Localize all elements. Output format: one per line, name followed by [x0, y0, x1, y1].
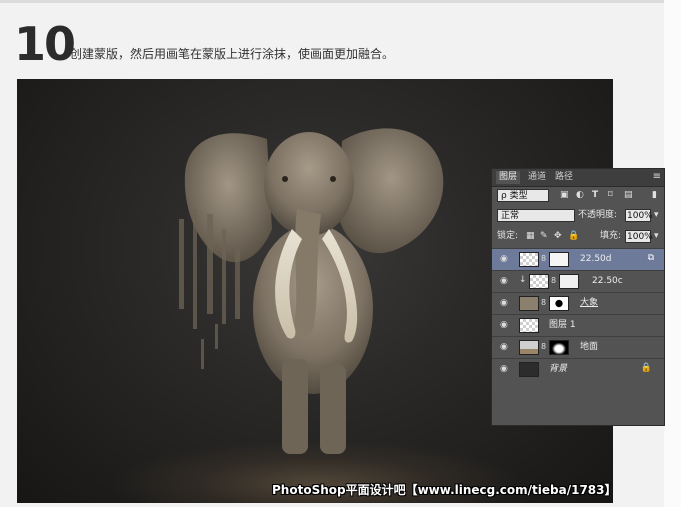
shape-filter-icon[interactable]: ⌑	[608, 189, 613, 202]
mask-link-icon[interactable]: 8	[541, 298, 546, 307]
layer-mask-thumbnail[interactable]	[549, 340, 569, 355]
opacity-label: 不透明度:	[578, 210, 618, 220]
layer-name[interactable]: 22.50c	[592, 275, 623, 288]
layer-row[interactable]: ◉ 8 22.50d ⧉	[492, 248, 664, 270]
layer-thumbnail	[519, 252, 539, 267]
right-margin	[664, 0, 681, 507]
mask-link-icon[interactable]: 8	[551, 276, 556, 285]
lock-image-icon[interactable]: ✎	[540, 230, 548, 243]
opacity-dropdown-icon[interactable]: ▾	[654, 209, 659, 222]
layer-mask-thumbnail[interactable]	[549, 252, 569, 267]
layer-row[interactable]: ◉ 图层 1	[492, 314, 664, 336]
smart-object-icon: ⧉	[647, 253, 654, 263]
filter-toggle-icon[interactable]: ▮	[652, 189, 657, 202]
layer-row[interactable]: ◉ 8 大象	[492, 292, 664, 314]
visibility-eye-icon[interactable]: ◉	[500, 298, 510, 308]
fill-label: 填充:	[600, 231, 622, 241]
panel-menu-icon[interactable]: ≡	[653, 171, 661, 182]
layer-thumbnail	[519, 362, 539, 377]
mask-link-icon[interactable]: 8	[541, 254, 546, 263]
visibility-eye-icon[interactable]: ◉	[500, 320, 510, 330]
lock-all-icon[interactable]: 🔒	[568, 230, 579, 243]
blend-mode-select[interactable]: 正常	[497, 209, 575, 222]
top-divider	[0, 0, 681, 3]
layer-name[interactable]: 背景	[549, 363, 567, 376]
step-instruction: 创建蒙版，然后用画笔在蒙版上进行涂抹，使画面更加融合。	[70, 47, 395, 61]
fill-dropdown-icon[interactable]: ▾	[654, 230, 659, 243]
mask-link-icon[interactable]: 8	[541, 342, 546, 351]
type-filter-icon[interactable]: T	[592, 189, 598, 202]
tab-layers[interactable]: 图层	[496, 171, 521, 184]
layer-name[interactable]: 图层 1	[549, 319, 576, 332]
tab-paths[interactable]: 路径	[552, 171, 576, 184]
lock-label: 锁定:	[497, 231, 519, 241]
layers-panel: 图层 通道 路径 ≡ ρ 类型 ▣ ◐ T ⌑ ▤ ▮ 正常 不透明度: 100…	[491, 168, 665, 426]
layer-row[interactable]: ◉ 背景 🔒	[492, 358, 664, 380]
watermark-text: PhotoShop平面设计吧【www.linecg.com/tieba/1783…	[272, 483, 617, 497]
layer-thumbnail	[519, 318, 539, 333]
layer-name[interactable]: 大象	[580, 297, 598, 310]
image-filter-icon[interactable]: ▣	[560, 189, 569, 202]
visibility-eye-icon[interactable]: ◉	[500, 254, 510, 264]
layer-thumbnail	[519, 340, 539, 355]
lock-transparent-icon[interactable]: ▦	[526, 230, 535, 243]
clipping-arrow-icon: ↓	[519, 275, 527, 285]
visibility-eye-icon[interactable]: ◉	[500, 364, 510, 374]
layer-row[interactable]: ◉ 8 地面	[492, 336, 664, 358]
layer-mask-thumbnail[interactable]	[559, 274, 579, 289]
opacity-input[interactable]: 100%	[625, 209, 653, 222]
fill-input[interactable]: 100%	[625, 230, 653, 243]
visibility-eye-icon[interactable]: ◉	[500, 342, 510, 352]
layer-mask-thumbnail[interactable]	[549, 296, 569, 311]
panel-tab-bar: 图层 通道 路径 ≡	[492, 169, 664, 187]
adjustment-filter-icon[interactable]: ◐	[576, 189, 584, 202]
layer-name[interactable]: 22.50d	[580, 253, 611, 266]
tab-channels[interactable]: 通道	[525, 171, 549, 184]
filter-kind-select[interactable]: ρ 类型	[497, 189, 549, 202]
layer-row[interactable]: ◉ ↓ 8 22.50c	[492, 270, 664, 292]
layer-name[interactable]: 地面	[580, 341, 598, 354]
layer-thumbnail	[519, 296, 539, 311]
lock-position-icon[interactable]: ✥	[554, 230, 562, 243]
layer-thumbnail	[529, 274, 549, 289]
visibility-eye-icon[interactable]: ◉	[500, 276, 510, 286]
smart-object-filter-icon[interactable]: ▤	[624, 189, 633, 202]
layer-lock-icon: 🔒	[640, 363, 652, 373]
step-number: 10	[14, 17, 76, 71]
